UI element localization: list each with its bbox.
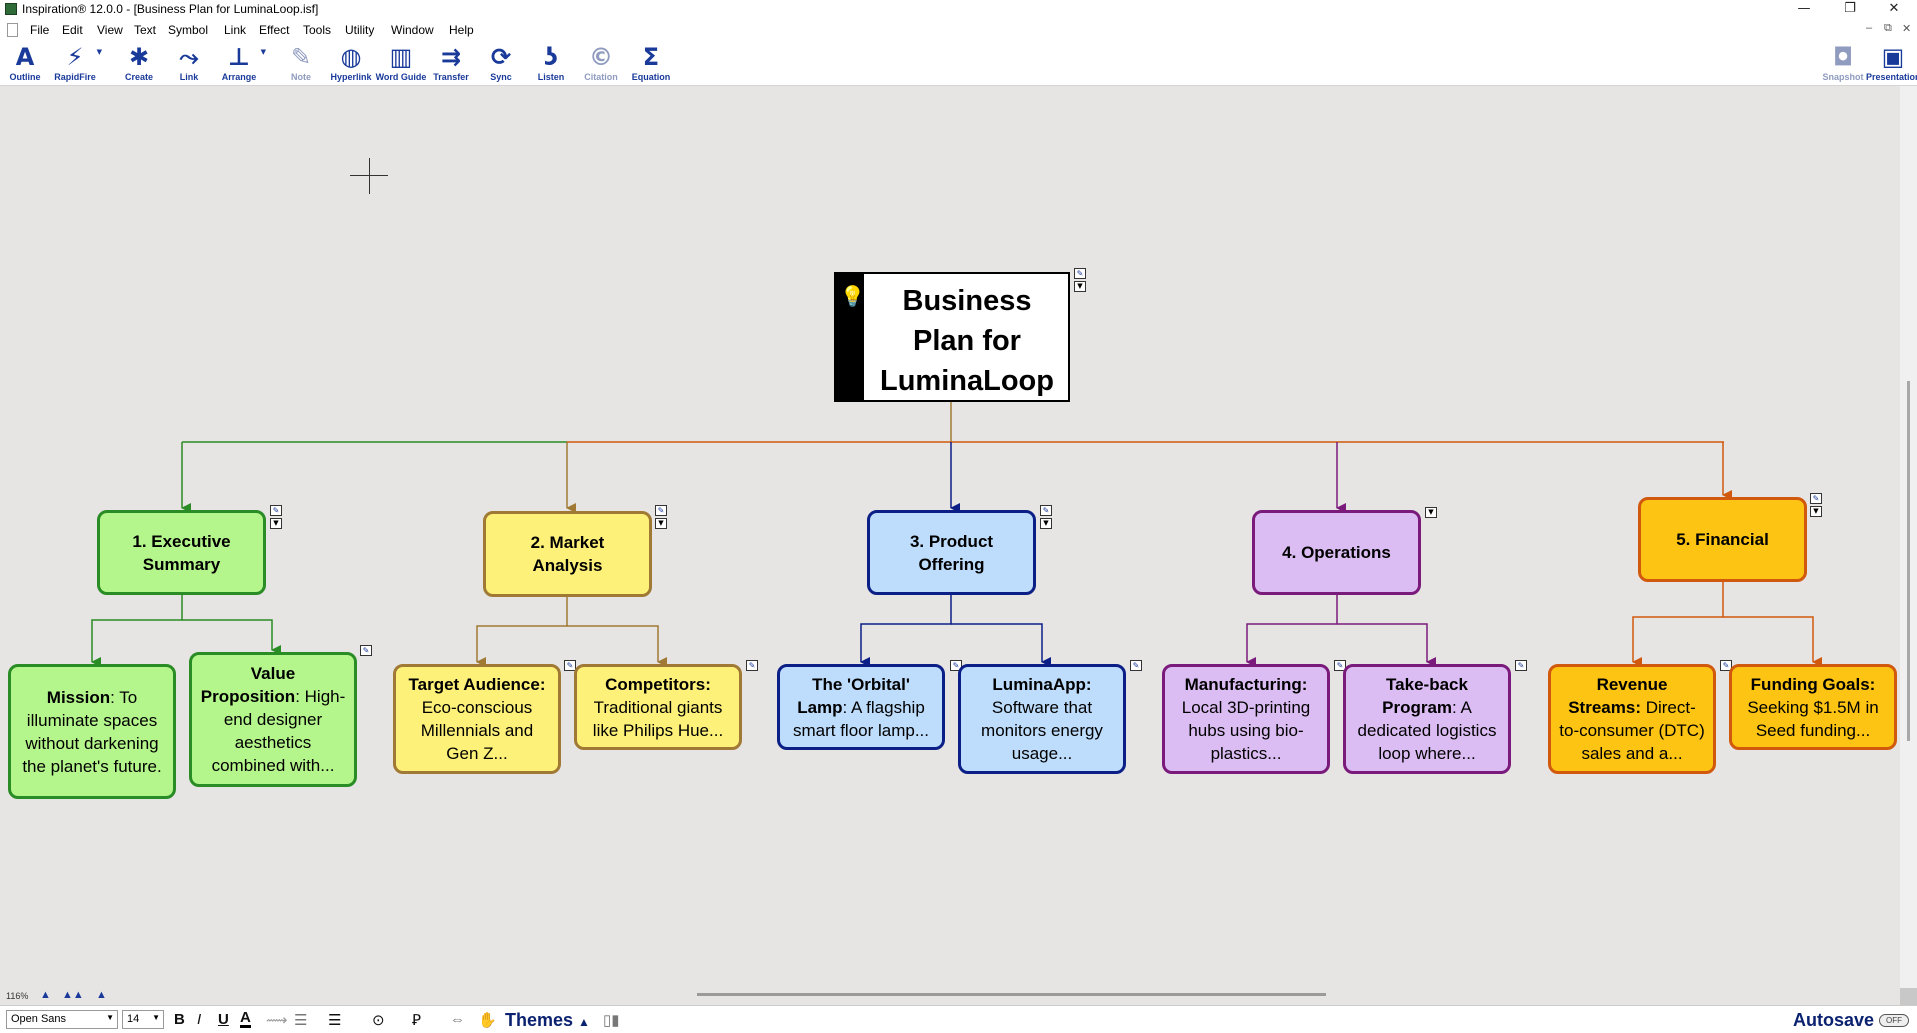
pen-tool-icon[interactable]: ▯▮ <box>603 1011 620 1029</box>
link-style-icon[interactable]: ⟿ <box>266 1011 288 1029</box>
italic-button[interactable]: I <box>197 1011 201 1028</box>
lightbulb-icon: 💡 <box>840 286 865 308</box>
chevron-down-icon[interactable]: ▼ <box>1810 506 1822 517</box>
zoom-fit-icon[interactable]: ▲▲ <box>62 989 84 1001</box>
scroll-corner <box>1900 988 1917 1005</box>
note-icon[interactable]: ✎ <box>1040 505 1052 516</box>
autosave-label: Autosave <box>1793 1010 1875 1030</box>
themes-button[interactable]: Themes ▲ <box>505 1010 590 1031</box>
subtopic-mission[interactable]: Mission: To illuminate spaces without da… <box>8 664 176 799</box>
underline-button[interactable]: U <box>218 1011 229 1028</box>
note-icon[interactable]: ✎ <box>1810 493 1822 504</box>
link-line[interactable] <box>182 619 281 655</box>
topic-executive-summary[interactable]: 1. Executive Summary <box>97 510 266 595</box>
link-line[interactable] <box>1337 623 1436 667</box>
hand-tool-icon[interactable]: ✋ <box>478 1011 497 1029</box>
chevron-up-icon: ▲ <box>578 1015 590 1029</box>
chevron-down-icon[interactable]: ▼ <box>1425 507 1437 518</box>
link-line[interactable] <box>860 594 952 667</box>
symbol-library-icon[interactable]: ⊙ <box>372 1011 385 1029</box>
line-style-icon[interactable]: ☰ <box>294 1011 307 1029</box>
note-icon[interactable]: ✎ <box>1074 268 1086 279</box>
topic-financial[interactable]: 5. Financial <box>1638 497 1807 582</box>
note-expand-control[interactable]: ✎ ▼ <box>655 505 669 531</box>
link-line[interactable] <box>951 623 1051 667</box>
note-icon[interactable]: ✎ <box>360 645 374 671</box>
formatting-toolbar: Open Sans ▼ 14 ▼ B I U A ⟿ ☰ ☰ ⊙ Ꝑ ⇔ ✋ The… <box>0 1005 1917 1033</box>
resize-icon[interactable]: ⇔ <box>450 1011 465 1028</box>
subtopic-take-back-program[interactable]: Take-back Program: A dedicated logistics… <box>1343 664 1511 774</box>
link-line[interactable] <box>1723 616 1822 667</box>
note-icon[interactable]: ✎ <box>746 660 760 686</box>
bold-button[interactable]: B <box>174 1011 185 1028</box>
chevron-down-icon[interactable]: ▼ <box>270 518 282 529</box>
note-icon[interactable]: ✎ <box>655 505 667 516</box>
note-icon[interactable]: ✎ <box>270 505 282 516</box>
zoom-out-icon[interactable]: ▲ <box>40 989 51 1001</box>
chevron-down-icon: ▼ <box>152 1013 160 1022</box>
subtopic-manufacturing[interactable]: Manufacturing: Local 3D-printing hubs us… <box>1162 664 1330 774</box>
horizontal-scrollbar[interactable] <box>697 993 1326 996</box>
subtopic-luminaapp[interactable]: LuminaApp: Software that monitors energy… <box>958 664 1126 774</box>
zoom-level[interactable]: 116% <box>6 991 28 1001</box>
spell-check-icon[interactable]: Ꝑ <box>412 1011 421 1029</box>
link-line[interactable] <box>1632 581 1724 667</box>
note-icon[interactable]: ✎ <box>1515 660 1529 686</box>
link-line[interactable] <box>1246 594 1338 667</box>
vertical-scrollbar[interactable] <box>1900 86 1917 988</box>
zoom-bar: 116% ▲ ▲▲ ▲ <box>0 988 1917 1005</box>
link-line[interactable] <box>567 625 667 667</box>
note-expand-control[interactable]: ▼ <box>1425 505 1439 531</box>
subtopic-competitors[interactable]: Competitors: Traditional giants like Phi… <box>574 664 742 750</box>
subtopic-target-audience[interactable]: Target Audience: Eco-conscious Millennia… <box>393 664 561 774</box>
scrollbar-thumb[interactable] <box>1907 381 1910 741</box>
list-style-icon[interactable]: ☰ <box>328 1011 341 1029</box>
subtopic-value-proposition[interactable]: Value Proposition: High-end designer aes… <box>189 652 357 787</box>
chevron-down-icon[interactable]: ▼ <box>1074 281 1086 292</box>
autosave-toggle[interactable]: OFF <box>1879 1014 1909 1027</box>
link-line[interactable] <box>476 596 568 667</box>
chevron-down-icon[interactable]: ▼ <box>1040 518 1052 529</box>
font-size-select[interactable]: 14 ▼ <box>122 1010 164 1029</box>
topic-market-analysis[interactable]: 2. Market Analysis <box>483 511 652 597</box>
topic-operations[interactable]: 4. Operations <box>1252 510 1421 595</box>
subtopic-revenue-streams[interactable]: Revenue Streams: Direct-to-consumer (DTC… <box>1548 664 1716 774</box>
zoom-in-icon[interactable]: ▲ <box>96 989 107 1001</box>
main-idea-text: Business Plan for LuminaLoop <box>880 285 1054 397</box>
topic-product-offering[interactable]: 3. Product Offering <box>867 510 1036 595</box>
main-idea-symbol[interactable]: 💡 Business Plan for LuminaLoop <box>834 272 1070 402</box>
chevron-down-icon: ▼ <box>106 1013 114 1022</box>
subtopic-funding-goals[interactable]: Funding Goals: Seeking $1.5M in Seed fun… <box>1729 664 1897 750</box>
note-expand-control[interactable]: ✎ ▼ <box>270 505 284 531</box>
diagram-links <box>91 402 1822 667</box>
link-line[interactable] <box>91 594 183 667</box>
subtopic-orbital-lamp[interactable]: The 'Orbital' Lamp: A flagship smart flo… <box>777 664 945 750</box>
note-expand-control[interactable]: ✎ ▼ <box>1040 505 1054 531</box>
crosshair-cursor-icon <box>369 158 370 194</box>
note-icon[interactable]: ✎ <box>1130 660 1144 686</box>
note-expand-control[interactable]: ✎ ▼ <box>1810 493 1824 519</box>
text-color-button[interactable]: A <box>240 1010 251 1028</box>
mdi-close-button[interactable]: ✕ <box>1902 22 1911 35</box>
font-family-select[interactable]: Open Sans ▼ <box>6 1010 118 1029</box>
chevron-down-icon[interactable]: ▼ <box>655 518 667 529</box>
note-expand-control[interactable]: ✎ ▼ <box>1074 268 1088 294</box>
